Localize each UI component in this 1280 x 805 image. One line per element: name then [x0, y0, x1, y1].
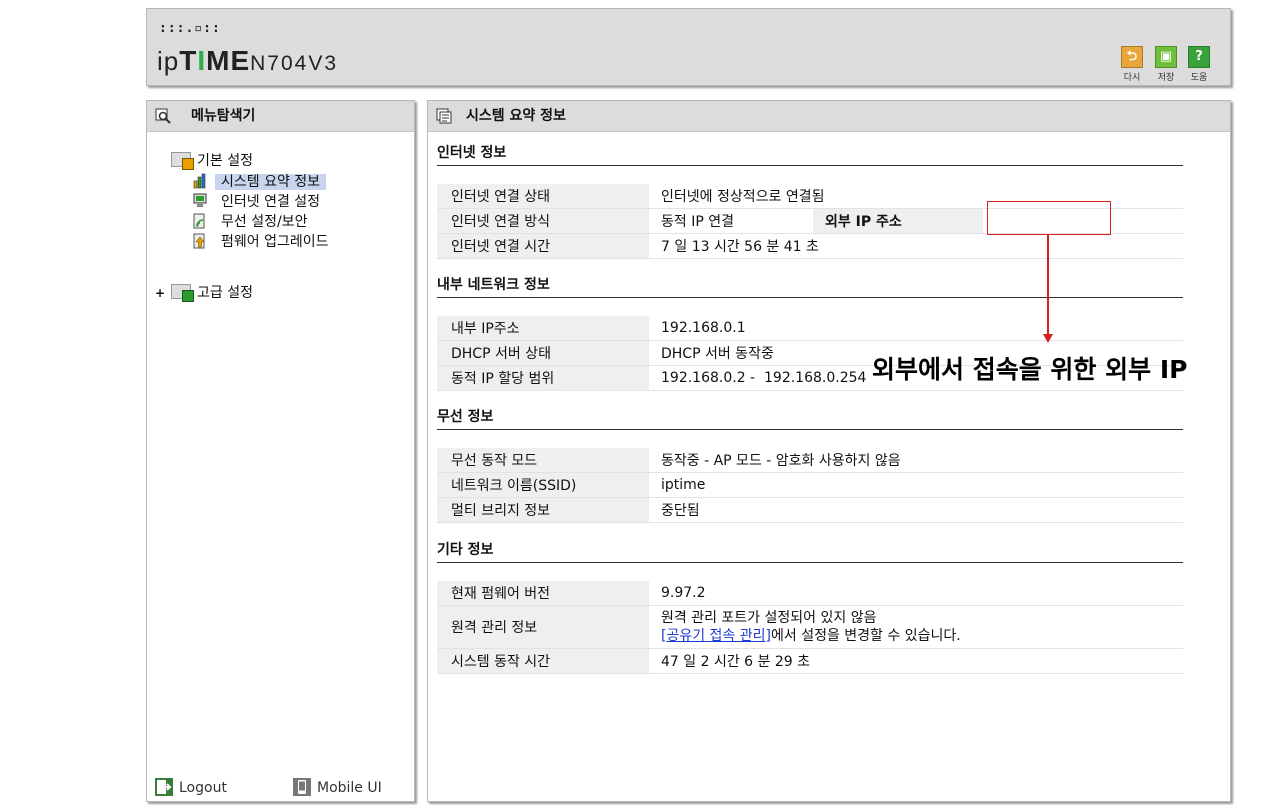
annotation-arrow-line	[1047, 234, 1049, 334]
page-title: 시스템 요약 정보	[466, 108, 566, 124]
section-heading: 내부 네트워크 정보	[437, 275, 1183, 298]
row-key: 동적 IP 할당 범위	[437, 365, 649, 391]
mobile-icon	[293, 778, 311, 796]
row-value: 47 일 2 시간 6 분 29 초	[649, 648, 1183, 674]
table-row: 인터넷 연결 시간 7 일 13 시간 56 분 41 초	[437, 233, 1183, 259]
table-row: 원격 관리 정보 원격 관리 포트가 설정되어 있지 않음 [공유기 접속 관리…	[437, 605, 1183, 649]
section-heading: 인터넷 정보	[437, 143, 1183, 166]
upgrade-icon	[193, 233, 205, 249]
menu-explorer-title: 메뉴탐색기	[191, 108, 256, 124]
save-label: 저장	[1157, 73, 1175, 83]
tree-item-wireless-security[interactable]: 무선 설정/보안	[193, 212, 307, 232]
brand-me: ME	[206, 45, 251, 76]
save-button[interactable]: ▣ 저장	[1153, 46, 1179, 83]
row-key: 멀티 브리지 정보	[437, 497, 649, 523]
etc-info-section: 기타 정보 현재 펌웨어 버전 9.97.2 원격 관리 정보 원격 관리 포트…	[437, 540, 1183, 674]
row-value: 동작중 - AP 모드 - 암호화 사용하지 않음	[649, 448, 1183, 473]
row-key: 현재 펌웨어 버전	[437, 581, 649, 606]
row-value-multiline: 원격 관리 포트가 설정되어 있지 않음 [공유기 접속 관리]에서 설정을 변…	[649, 605, 1183, 649]
router-access-management-link[interactable]: [공유기 접속 관리]	[661, 628, 771, 644]
tree-item-system-summary-label: 시스템 요약 정보	[215, 174, 327, 190]
header-bar: :::.▫:: ipTIMEN704V3 ⮌ 다시 ▣ 저장 ? 도움	[146, 8, 1231, 86]
row-value: 7 일 13 시간 56 분 41 초	[649, 233, 1183, 259]
external-ip-highlight-box	[987, 201, 1111, 235]
table-row: 네트워크 이름(SSID) iptime	[437, 472, 1183, 498]
annotation-arrow-head	[1043, 334, 1053, 343]
expand-plus-icon: +	[155, 286, 166, 300]
undo-label: 다시	[1123, 73, 1141, 83]
help-label: 도움	[1190, 73, 1208, 83]
row-key: 인터넷 연결 상태	[437, 184, 649, 209]
row-key: 내부 IP주소	[437, 316, 649, 341]
folder-icon	[171, 152, 194, 170]
annotation-text: 외부에서 접속을 위한 외부 IP	[872, 355, 1188, 384]
row-value: 중단됨	[649, 497, 1183, 523]
tree-group-basic-label: 기본 설정	[197, 153, 253, 169]
mobile-ui-link[interactable]: Mobile UI	[293, 778, 382, 798]
brand-t: T	[179, 45, 198, 76]
logout-link[interactable]: Logout	[155, 778, 227, 798]
tree-item-firmware-upgrade[interactable]: 펌웨어 업그레이드	[193, 232, 329, 252]
table-row: 멀티 브리지 정보 중단됨	[437, 497, 1183, 523]
tree-item-firmware-upgrade-label: 펌웨어 업그레이드	[221, 234, 329, 250]
table-row: 현재 펌웨어 버전 9.97.2	[437, 581, 1183, 606]
wireless-icon	[193, 213, 205, 229]
magnifier-icon	[155, 108, 171, 124]
brand-logo: ipTIMEN704V3	[157, 45, 338, 77]
undo-icon: ⮌	[1121, 46, 1143, 68]
folder-icon	[171, 284, 194, 302]
table-row: 내부 IP주소 192.168.0.1	[437, 316, 1183, 341]
wireless-info-table: 무선 동작 모드 동작중 - AP 모드 - 암호화 사용하지 않음 네트워크 …	[437, 448, 1183, 523]
logout-icon	[155, 778, 173, 796]
logout-label: Logout	[179, 780, 227, 796]
row-key: 시스템 동작 시간	[437, 648, 649, 674]
model-name: N704V3	[250, 52, 339, 75]
brand-ip: ip	[157, 46, 180, 76]
tree-item-system-summary[interactable]: 시스템 요약 정보	[193, 172, 327, 192]
help-icon: ?	[1188, 46, 1210, 68]
row-key: 네트워크 이름(SSID)	[437, 472, 649, 498]
row-key: 인터넷 연결 방식	[437, 208, 649, 234]
row-value: 192.168.0.1	[649, 316, 1183, 341]
tree-group-advanced-label: 고급 설정	[197, 285, 253, 301]
brand-i: I	[197, 45, 207, 76]
logo-dots: :::.▫::	[159, 21, 221, 36]
mobile-ui-label: Mobile UI	[317, 780, 382, 796]
help-button[interactable]: ? 도움	[1186, 46, 1212, 83]
save-icon: ▣	[1155, 46, 1177, 68]
section-heading: 기타 정보	[437, 540, 1183, 563]
menu-explorer-panel: 메뉴탐색기 기본 설정 시스템 요약 정보 인터넷 연결 설정 무선 설정/보안…	[146, 100, 415, 802]
chart-icon	[193, 173, 206, 189]
row-value-suffix: 에서 설정을 변경할 수 있습니다.	[770, 628, 961, 644]
table-row: 무선 동작 모드 동작중 - AP 모드 - 암호화 사용하지 않음	[437, 448, 1183, 473]
external-ip-label: 외부 IP 주소	[813, 209, 983, 233]
document-icon	[436, 108, 452, 124]
section-heading: 무선 정보	[437, 407, 1183, 430]
tree-item-internet-setup-label: 인터넷 연결 설정	[221, 194, 321, 210]
tree-group-advanced[interactable]: + 고급 설정	[147, 283, 347, 303]
row-value: 9.97.2	[649, 581, 1183, 606]
row-key: DHCP 서버 상태	[437, 340, 649, 366]
monitor-icon	[193, 193, 207, 207]
row-value: 동적 IP 연결	[661, 214, 734, 230]
row-value: iptime	[649, 472, 1183, 498]
system-summary-header: 시스템 요약 정보	[428, 101, 1230, 132]
tree-item-internet-setup[interactable]: 인터넷 연결 설정	[193, 192, 320, 212]
row-key: 원격 관리 정보	[437, 605, 649, 649]
row-value: 원격 관리 포트가 설정되어 있지 않음	[661, 610, 877, 626]
table-row: 시스템 동작 시간 47 일 2 시간 6 분 29 초	[437, 648, 1183, 674]
row-key: 인터넷 연결 시간	[437, 233, 649, 259]
tree-group-basic[interactable]: 기본 설정	[171, 151, 253, 171]
etc-info-table: 현재 펌웨어 버전 9.97.2 원격 관리 정보 원격 관리 포트가 설정되어…	[437, 581, 1183, 674]
row-key: 무선 동작 모드	[437, 448, 649, 473]
menu-explorer-header: 메뉴탐색기	[147, 101, 414, 132]
remote-management-hint: [공유기 접속 관리]에서 설정을 변경할 수 있습니다.	[661, 627, 1183, 645]
wireless-info-section: 무선 정보 무선 동작 모드 동작중 - AP 모드 - 암호화 사용하지 않음…	[437, 407, 1183, 523]
undo-button[interactable]: ⮌ 다시	[1119, 46, 1145, 83]
tree-item-wireless-security-label: 무선 설정/보안	[221, 214, 308, 230]
